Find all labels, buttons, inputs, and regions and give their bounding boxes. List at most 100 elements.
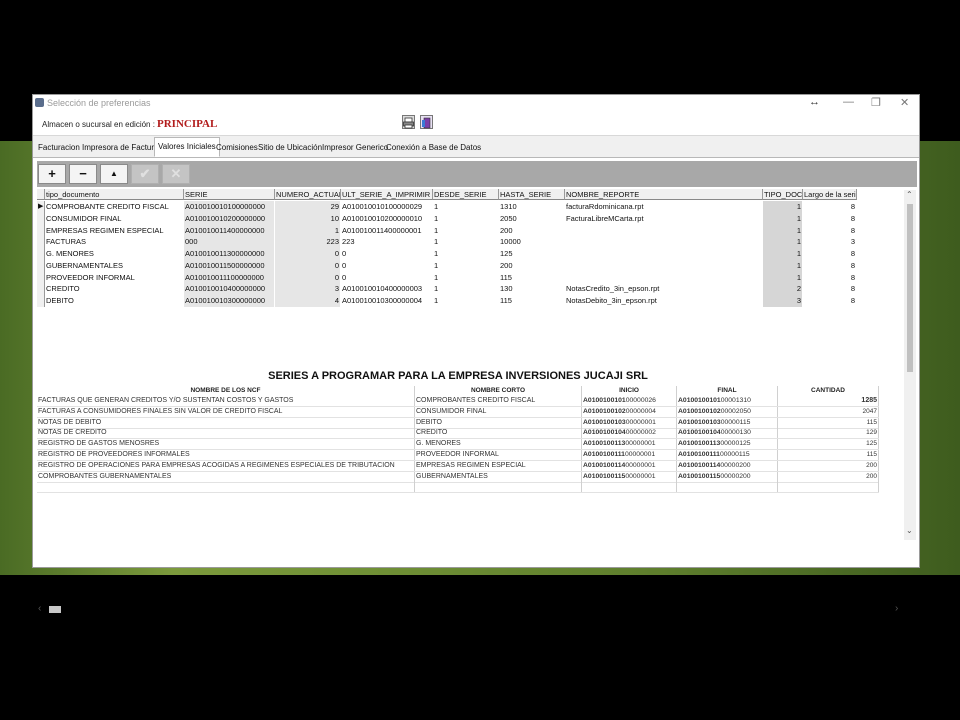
col-largo-serie[interactable]: Largo de la serie [803, 189, 857, 200]
move-up-button[interactable]: ▲ [100, 164, 128, 184]
col-tipo-doc[interactable]: TIPO_DOC [763, 189, 803, 200]
add-row-button[interactable]: + [38, 164, 66, 184]
grid-cell-reporte[interactable] [565, 271, 763, 284]
grid-cell-reporte[interactable] [565, 248, 763, 260]
grid-cell-reporte[interactable] [565, 259, 763, 272]
grid-cell-serie[interactable]: A010010010400000000 [184, 283, 275, 296]
grid-cell-actual[interactable]: 1 [275, 224, 341, 237]
grid-cell-largo[interactable]: 8 [803, 201, 857, 213]
row-header[interactable] [37, 295, 45, 307]
grid-row[interactable]: ▶ COMPROBANTE CREDITO FISCAL A010010010100… [37, 201, 857, 213]
grid-cell-reporte[interactable]: NotasCredito_3in_epson.rpt [565, 283, 763, 296]
grid-cell-hasta[interactable]: 125 [499, 248, 565, 260]
col-numero-actual[interactable]: NUMERO_ACTUAL [275, 189, 341, 200]
col-tipo-documento[interactable]: tipo_documento [45, 189, 184, 200]
grid-cell-actual[interactable]: 0 [275, 248, 341, 260]
grid-cell-serie[interactable]: A010010011300000000 [184, 248, 275, 260]
grid-cell-tipo-doc[interactable]: 3 [763, 295, 803, 307]
minimize-button[interactable]: — [843, 96, 854, 108]
grid-row[interactable]: CONSUMIDOR FINAL A010010010200000000 10 A01… [37, 212, 857, 225]
grid-cell-reporte[interactable]: facturaRdominicana.rpt [565, 201, 763, 213]
row-header[interactable] [37, 248, 45, 260]
grid-cell-largo[interactable]: 8 [803, 295, 857, 307]
grid-cell-tipo[interactable]: FACTURAS [45, 236, 184, 249]
row-header[interactable] [37, 259, 45, 272]
exit-button[interactable] [420, 115, 433, 129]
close-button[interactable]: ✕ [900, 96, 909, 109]
grid-cell-ult[interactable]: A010010010100000029 [341, 201, 433, 213]
grid-cell-tipo-doc[interactable]: 1 [763, 271, 803, 284]
grid-cell-ult[interactable]: A010010010200000010 [341, 212, 433, 225]
grid-cell-actual[interactable]: 0 [275, 259, 341, 272]
row-header[interactable] [37, 224, 45, 237]
grid-cell-hasta[interactable]: 130 [499, 283, 565, 296]
grid-cell-hasta[interactable]: 1310 [499, 201, 565, 213]
col-nombre-reporte[interactable]: NOMBRE_REPORTE [565, 189, 763, 200]
grid-cell-ult[interactable]: A010010011400000001 [341, 224, 433, 237]
tab-impresora-facturas[interactable]: Impresora de Facturas [79, 140, 165, 155]
grid-row[interactable]: DEBITO A010010010300000000 4 A0100100103000… [37, 295, 857, 307]
grid-cell-serie[interactable]: 000 [184, 236, 275, 249]
grid-cell-actual[interactable]: 3 [275, 283, 341, 296]
grid-cell-tipo-doc[interactable]: 2 [763, 283, 803, 296]
grid-cell-ult[interactable]: 223 [341, 236, 433, 249]
col-serie[interactable]: SERIE [184, 189, 275, 200]
grid-cell-tipo[interactable]: PROVEEDOR INFORMAL [45, 271, 184, 284]
grid-cell-tipo[interactable]: EMPRESAS REGIMEN ESPECIAL [45, 224, 184, 237]
grid-cell-ult[interactable]: A010010010400000003 [341, 283, 433, 296]
grid-cell-largo[interactable]: 8 [803, 248, 857, 260]
grid-cell-tipo[interactable]: DEBITO [45, 295, 184, 307]
grid-row[interactable]: FACTURAS 000 223 223 1 10000 1 3 [37, 236, 857, 249]
grid-cell-actual[interactable]: 10 [275, 212, 341, 225]
move-icon[interactable]: ↔ [809, 96, 820, 108]
grid-cell-desde[interactable]: 1 [433, 236, 499, 249]
grid-cell-ult[interactable]: 0 [341, 271, 433, 284]
tab-sitio-ubicacion[interactable]: Sitio de Ubicación [255, 140, 325, 155]
scroll-left-icon[interactable]: ‹ [38, 603, 41, 614]
grid-row[interactable]: CREDITO A010010010400000000 3 A010010010400… [37, 283, 857, 296]
tab-comisiones[interactable]: Comisiones [213, 140, 261, 155]
restore-button[interactable]: ❐ [871, 96, 881, 109]
row-header[interactable] [37, 212, 45, 225]
vertical-scrollbar[interactable]: ⌃ ⌄ [904, 190, 916, 540]
grid-cell-tipo[interactable]: GUBERNAMENTALES [45, 259, 184, 272]
grid-cell-tipo[interactable]: CONSUMIDOR FINAL [45, 212, 184, 225]
col-hasta-serie[interactable]: HASTA_SERIE [499, 189, 565, 200]
horizontal-scrollbar[interactable]: ‹ › [37, 603, 905, 616]
tab-impresor-generico[interactable]: Impresor Generico [319, 140, 391, 155]
delete-row-button[interactable]: − [69, 164, 97, 184]
grid-cell-largo[interactable]: 8 [803, 224, 857, 237]
grid-cell-serie[interactable]: A010010010300000000 [184, 295, 275, 307]
grid-cell-tipo-doc[interactable]: 1 [763, 236, 803, 249]
grid-cell-ult[interactable]: 0 [341, 248, 433, 260]
grid-cell-tipo[interactable]: CREDITO [45, 283, 184, 296]
grid-cell-hasta[interactable]: 115 [499, 295, 565, 307]
grid-cell-hasta[interactable]: 115 [499, 271, 565, 284]
grid-cell-desde[interactable]: 1 [433, 295, 499, 307]
grid-cell-largo[interactable]: 8 [803, 259, 857, 272]
tab-facturacion[interactable]: Facturacion [35, 140, 83, 155]
grid-cell-serie[interactable]: A010010011100000000 [184, 271, 275, 284]
grid-row[interactable]: EMPRESAS REGIMEN ESPECIAL A01001001140000… [37, 224, 857, 237]
grid-cell-hasta[interactable]: 2050 [499, 212, 565, 225]
grid-cell-tipo-doc[interactable]: 1 [763, 224, 803, 237]
grid-cell-largo[interactable]: 8 [803, 283, 857, 296]
grid-cell-reporte[interactable] [565, 224, 763, 237]
grid-cell-ult[interactable]: A010010010300000004 [341, 295, 433, 307]
grid-cell-hasta[interactable]: 200 [499, 224, 565, 237]
grid-cell-desde[interactable]: 1 [433, 248, 499, 260]
grid-row[interactable]: GUBERNAMENTALES A010010011500000000 0 0 1 200… [37, 259, 857, 272]
grid-cell-ult[interactable]: 0 [341, 259, 433, 272]
row-header[interactable] [37, 283, 45, 296]
grid-row[interactable]: G. MENORES A010010011300000000 0 0 1 125 1 8 [37, 248, 857, 260]
scroll-up-icon[interactable]: ⌃ [906, 190, 913, 199]
row-header[interactable] [37, 271, 45, 284]
grid-cell-reporte[interactable] [565, 236, 763, 249]
grid-cell-tipo[interactable]: G. MENORES [45, 248, 184, 260]
grid-cell-tipo-doc[interactable]: 1 [763, 201, 803, 213]
grid-cell-tipo-doc[interactable]: 1 [763, 248, 803, 260]
grid-cell-actual[interactable]: 223 [275, 236, 341, 249]
grid-cell-reporte[interactable]: NotasDebito_3in_epson.rpt [565, 295, 763, 307]
row-header[interactable] [37, 236, 45, 249]
grid-cell-largo[interactable]: 8 [803, 271, 857, 284]
